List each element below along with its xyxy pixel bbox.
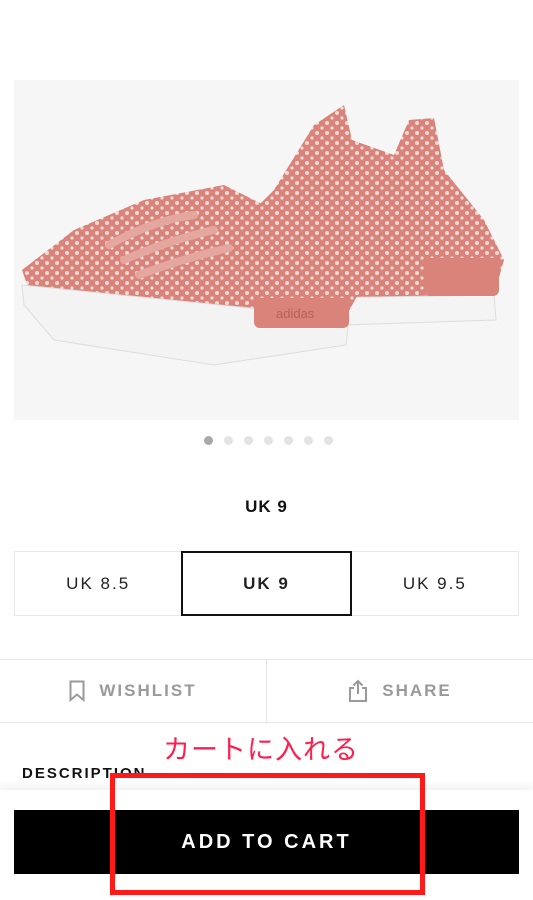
wishlist-button[interactable]: WISHLIST xyxy=(0,660,266,722)
share-icon xyxy=(348,679,368,703)
size-option[interactable]: UK 8.5 xyxy=(15,552,181,615)
share-label: SHARE xyxy=(382,681,452,700)
pager-dot[interactable] xyxy=(324,436,333,445)
pager-dot[interactable] xyxy=(264,436,273,445)
action-row: WISHLIST SHARE xyxy=(0,659,533,723)
size-option-selected[interactable]: UK 9 xyxy=(181,551,352,616)
wishlist-label: WISHLIST xyxy=(99,681,197,700)
pager-dot[interactable] xyxy=(284,436,293,445)
size-selector: UK 8.5 UK 9 UK 9.5 xyxy=(14,551,519,616)
product-image[interactable]: adidas xyxy=(14,80,519,420)
annotation-text: カートに入れる xyxy=(163,735,359,765)
brand-logo-text: adidas xyxy=(276,306,315,321)
image-pager[interactable] xyxy=(0,436,533,445)
selected-size-label: UK 9 xyxy=(245,497,288,516)
add-to-cart-button[interactable]: ADD TO CART xyxy=(14,810,519,874)
share-button[interactable]: SHARE xyxy=(266,660,533,722)
pager-dot[interactable] xyxy=(244,436,253,445)
pager-dot[interactable] xyxy=(224,436,233,445)
pager-dot[interactable] xyxy=(204,436,213,445)
pager-dot[interactable] xyxy=(304,436,313,445)
description-heading[interactable]: DESCRIPTION xyxy=(22,765,147,782)
bookmark-icon xyxy=(69,680,85,702)
size-option[interactable]: UK 9.5 xyxy=(352,552,518,615)
